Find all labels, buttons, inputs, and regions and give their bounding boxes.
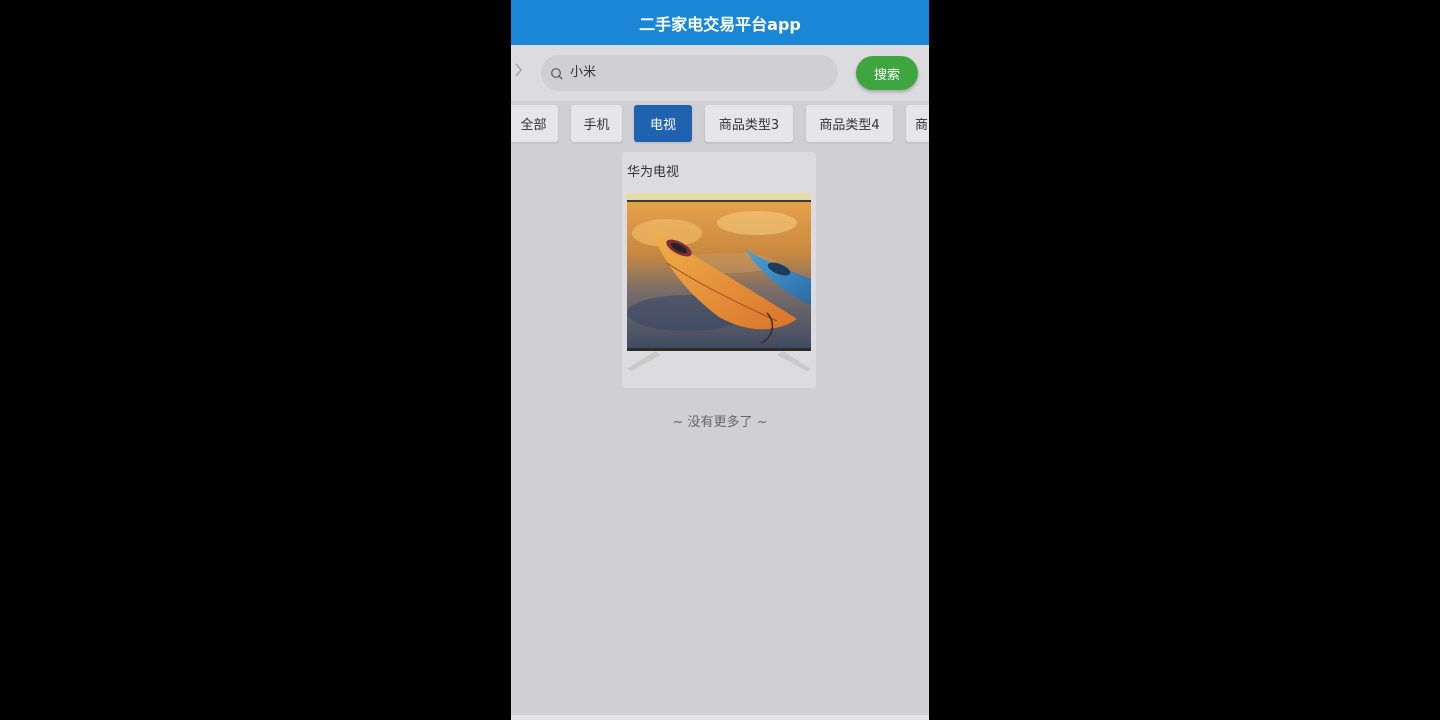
app-title: 二手家电交易平台app [639,14,801,34]
search-input-value: 小米 [570,65,597,80]
tab-type3[interactable]: 商品类型3 [705,105,793,142]
product-name: 华为电视 [627,165,680,180]
app-screen: 二手家电交易平台app 小米 搜索 全部 手机 电视 商品类型3 商品类型4 商… [511,0,929,720]
product-card[interactable]: 华为电视 [622,152,816,388]
tab-type5[interactable]: 商 [906,105,929,142]
bottom-divider [511,715,929,720]
search-input[interactable]: 小米 [541,55,838,91]
category-tabs: 全部 手机 电视 商品类型3 商品类型4 商 [511,101,929,147]
list-end-text: ~ 没有更多了 ~ [672,415,768,430]
tab-all[interactable]: 全部 [511,105,558,142]
tab-phone[interactable]: 手机 [571,105,622,142]
search-button[interactable]: 搜索 [856,56,918,90]
search-row: 小米 搜索 [511,45,929,101]
back-chevron-icon[interactable] [514,62,526,82]
search-icon [550,66,564,80]
tab-type4[interactable]: 商品类型4 [806,105,893,142]
product-image[interactable] [627,193,811,375]
app-title-bar: 二手家电交易平台app [511,0,929,45]
tab-tv[interactable]: 电视 [634,105,692,142]
